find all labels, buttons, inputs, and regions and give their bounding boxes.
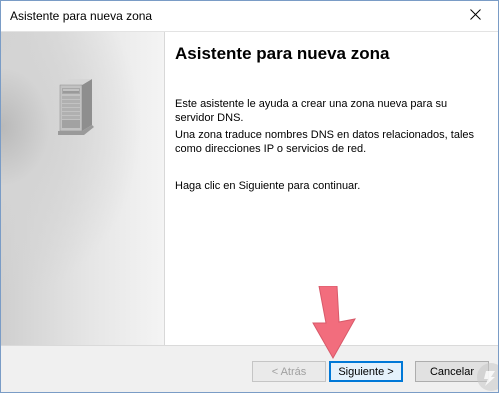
description-text: Una zona traduce nombres DNS en datos re…	[175, 129, 475, 155]
close-button[interactable]	[452, 1, 498, 31]
instruction-text: Haga clic en Siguiente para continuar.	[175, 180, 361, 192]
window-title: Asistente para nueva zona	[10, 9, 153, 23]
logo-watermark-icon	[469, 357, 498, 392]
wizard-dialog: Asistente para nueva zona Asistente para…	[0, 0, 499, 393]
arrow-down-icon	[307, 285, 361, 365]
page-title: Asistente para nueva zona	[175, 44, 390, 63]
title-bar: Asistente para nueva zona	[1, 1, 498, 32]
close-icon	[469, 7, 481, 25]
server-icon	[56, 79, 96, 142]
button-bar: < Atrás Siguiente > Cancelar	[1, 345, 498, 392]
intro-text: Este asistente le ayuda a crear una zona…	[175, 98, 448, 124]
wizard-side-banner	[1, 32, 165, 345]
